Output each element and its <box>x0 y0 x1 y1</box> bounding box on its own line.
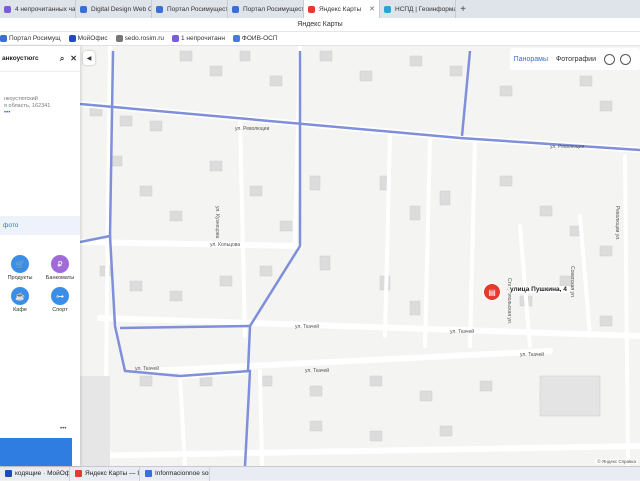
panoramas-button[interactable]: Панорамы <box>514 56 548 63</box>
bookmark-label: МойОфис <box>77 35 108 42</box>
street-label: ул. Ткачей <box>450 329 475 335</box>
category-label: Спорт <box>52 307 68 313</box>
close-icon[interactable]: ✕ <box>70 54 77 63</box>
search-bar[interactable]: анкоустюгс ⌕ ✕ <box>0 46 80 72</box>
tab-favicon-icon <box>232 5 239 13</box>
photo-link[interactable]: фото <box>0 216 80 235</box>
tab-favicon-icon <box>308 5 315 13</box>
map-canvas[interactable]: Панорамы Фотографии ▤ улица Пушкина, 4 ©… <box>80 46 640 466</box>
bookmark-item[interactable]: sedo.rosim.ru <box>115 35 164 42</box>
category-cup[interactable]: ☕ Кафе <box>0 287 40 313</box>
street-label: ул. Революции <box>235 126 270 132</box>
tab-label: Digital Design Web Client <box>91 5 151 13</box>
address-line: нкоустюгский <box>4 96 38 102</box>
street-label: ул. Ткачей <box>305 368 330 374</box>
tab-close-icon[interactable]: ✕ <box>367 5 375 13</box>
category-ruble[interactable]: ₽ Банкоматы <box>40 255 80 281</box>
photos-button[interactable]: Фотографии <box>556 56 596 63</box>
window-titlebar: Яндекс Карты <box>0 18 640 32</box>
tab-label: Портал Росимущества <box>243 5 303 13</box>
map-toolbar: Панорамы Фотографии <box>509 48 640 70</box>
browser-tab[interactable]: Digital Design Web Client✕ <box>76 0 152 18</box>
tab-label: Яндекс Карты <box>319 5 362 13</box>
location-marker-icon[interactable]: ▤ <box>483 283 501 301</box>
street-label: ул. Кольцова <box>210 242 241 248</box>
bookmark-label: ФОИВ-ОСП <box>241 35 278 42</box>
taskbar-app-icon <box>75 470 82 477</box>
street-label: Советская ул. <box>569 266 575 299</box>
bookmark-label: 1 непрочитанн <box>180 35 225 42</box>
map-drawing <box>80 46 640 466</box>
bookmark-favicon-icon <box>232 35 240 42</box>
cart-icon: 🛒 <box>11 255 29 273</box>
street-label: Революции ул. <box>614 206 620 241</box>
dumbbell-icon: ⊶ <box>51 287 69 305</box>
bookmark-favicon-icon <box>0 35 7 42</box>
layers-icon[interactable] <box>604 53 615 65</box>
taskbar-item[interactable]: кодящие · МойОфис П <box>0 466 70 481</box>
ruble-icon: ₽ <box>51 255 69 273</box>
taskbar-label: кодящие · МойОфис П <box>15 470 70 477</box>
cup-icon: ☕ <box>11 287 29 305</box>
browser-tab[interactable]: Портал Росимущества✕ <box>228 0 304 18</box>
map-copyright[interactable]: © Яндекс Справка <box>595 459 638 464</box>
taskbar-item[interactable]: Informacionnoe soobshhe <box>140 466 210 481</box>
bookmark-item[interactable]: 1 непрочитанн <box>171 35 225 42</box>
category-label: Продукты <box>7 275 33 281</box>
category-label: Кафе <box>13 307 27 313</box>
bookmark-favicon-icon <box>68 35 76 42</box>
tab-favicon-icon <box>156 5 163 13</box>
place-address: нкоустюгский я область, 162341 <box>4 96 80 110</box>
collapse-sidebar-button[interactable]: ◀ <box>83 51 95 65</box>
browser-tab[interactable]: Яндекс Карты ✕ <box>304 0 380 18</box>
bookmark-item[interactable]: Портал Росимущ <box>0 35 61 42</box>
category-grid: 🛒 Продукты ₽ Банкоматы ☕ Кафе ⊶ Спорт <box>0 255 80 313</box>
tab-label: НСПД | Геоинформацион <box>395 5 456 13</box>
taskbar-label: Яндекс Карты — Яндек <box>85 470 139 477</box>
bookmark-item[interactable]: МойОфис <box>68 35 108 42</box>
browser-tab[interactable]: Портал Росимущества✕ <box>152 0 228 18</box>
search-icon[interactable]: ⌕ <box>60 54 64 64</box>
promo-banner[interactable] <box>0 438 72 466</box>
street-label: ул. Кузнецова <box>214 206 220 239</box>
category-cart[interactable]: 🛒 Продукты <box>0 255 40 281</box>
taskbar-label: Informacionnoe soobshhe <box>155 470 209 477</box>
street-label: ул. Революции <box>550 144 585 150</box>
bookmarks-bar: Портал Росимущ МойОфис sedo.rosim.ru 1 непр… <box>0 32 640 46</box>
tab-favicon-icon <box>80 5 87 13</box>
tab-favicon-icon <box>4 5 11 13</box>
taskbar-item[interactable]: Яндекс Карты — Яндек <box>70 466 140 481</box>
bottom-more-dots[interactable]: ••• <box>60 426 66 432</box>
category-dumbbell[interactable]: ⊶ Спорт <box>40 287 80 313</box>
taskbar-app-icon <box>5 470 12 477</box>
taskbar-app-icon <box>145 470 152 477</box>
bookmark-label: sedo.rosim.ru <box>124 35 164 42</box>
street-label: ул. Ткачей <box>135 366 160 372</box>
search-sidebar: анкоустюгс ⌕ ✕ нкоустюгский я область, 1… <box>0 46 80 466</box>
window-title: Яндекс Карты <box>297 21 343 28</box>
browser-tab[interactable]: 4 непрочитанных чата✕ <box>0 0 76 18</box>
new-tab-button[interactable]: + <box>456 0 470 18</box>
address-line: я область, 162341 <box>4 103 51 109</box>
bookmark-favicon-icon <box>171 35 179 42</box>
tab-label: Портал Росимущества <box>167 5 227 13</box>
search-input[interactable]: анкоустюгс <box>2 55 57 62</box>
more-dots[interactable]: ••• <box>4 110 80 116</box>
marker-address-label[interactable]: улица Пушкина, 4 <box>508 286 569 293</box>
street-label: ул. Ткачей <box>295 324 320 330</box>
settings-icon[interactable] <box>620 53 631 65</box>
street-label: Ставропольская ул. <box>506 278 512 325</box>
street-label: ул. Ткачей <box>520 352 545 358</box>
browser-tab-bar: 4 непрочитанных чата✕Digital Design Web … <box>0 0 640 18</box>
bookmark-item[interactable]: ФОИВ-ОСП <box>232 35 278 42</box>
category-label: Банкоматы <box>45 275 75 281</box>
bookmark-favicon-icon <box>115 35 123 42</box>
os-taskbar: кодящие · МойОфис П Яндекс Карты — Яндек I… <box>0 466 640 481</box>
tab-label: 4 непрочитанных чата <box>15 5 76 13</box>
tab-favicon-icon <box>384 5 391 13</box>
bookmark-label: Портал Росимущ <box>9 35 61 42</box>
browser-tab[interactable]: НСПД | Геоинформацион✕ <box>380 0 456 18</box>
